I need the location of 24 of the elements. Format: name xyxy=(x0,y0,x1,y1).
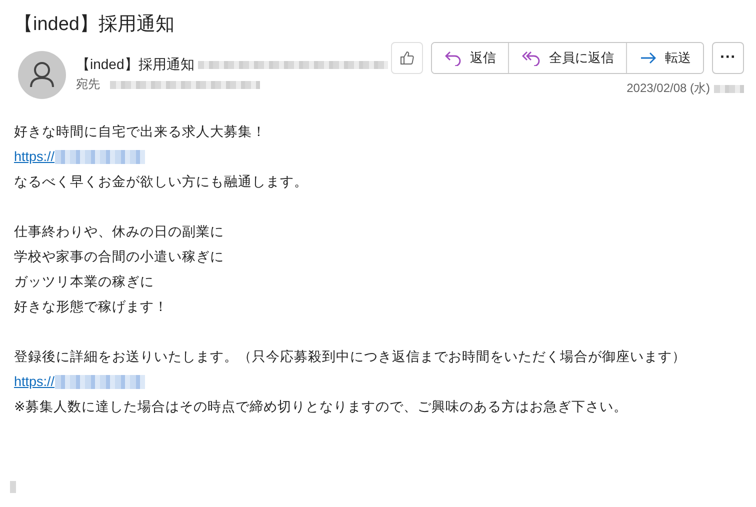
link[interactable]: https:// xyxy=(14,144,55,169)
link[interactable]: https:// xyxy=(14,369,55,394)
blurred-text xyxy=(10,481,16,493)
body-text: 好きな時間に自宅で出来る求人大募集！ xyxy=(14,123,267,141)
reply-arrow-icon xyxy=(444,50,462,66)
recipient-label: 宛先 xyxy=(76,76,100,93)
email-subject: 【inded】採用通知 xyxy=(14,13,176,37)
more-button[interactable]: ··· xyxy=(712,42,744,74)
forward-arrow-icon xyxy=(639,50,657,66)
sent-date: 2023/02/08 (水) xyxy=(626,80,710,97)
body-text: 学校や家事の合間の小遣い稼ぎに xyxy=(14,248,225,266)
like-button[interactable] xyxy=(391,42,423,74)
thumbs-up-icon xyxy=(399,50,415,66)
blurred-text xyxy=(714,84,744,92)
avatar-icon xyxy=(18,51,66,99)
body-text: 好きな形態で稼げます！ xyxy=(14,298,169,316)
body-text: 登録後に詳細をお送りいたします。（只今応募殺到中につき返信までお時間をいただく場合が御座います） xyxy=(14,348,687,366)
body-text: ガッツリ本業の稼ぎに xyxy=(14,273,155,291)
body-text: ※募集人数に達した場合はその時点で締め切りとなりますので、ご興味のある方はお急ぎ下さい。 xyxy=(14,398,628,416)
body-text: 仕事終わりや、休みの日の副業に xyxy=(14,223,225,241)
forward-button[interactable]: 転送 xyxy=(626,43,703,73)
sender-name: 【inded】採用通知 xyxy=(76,56,194,74)
body-text: なるべく早くお金が欲しい方にも融通します。 xyxy=(14,173,309,191)
reply-all-arrow-icon xyxy=(521,50,541,66)
